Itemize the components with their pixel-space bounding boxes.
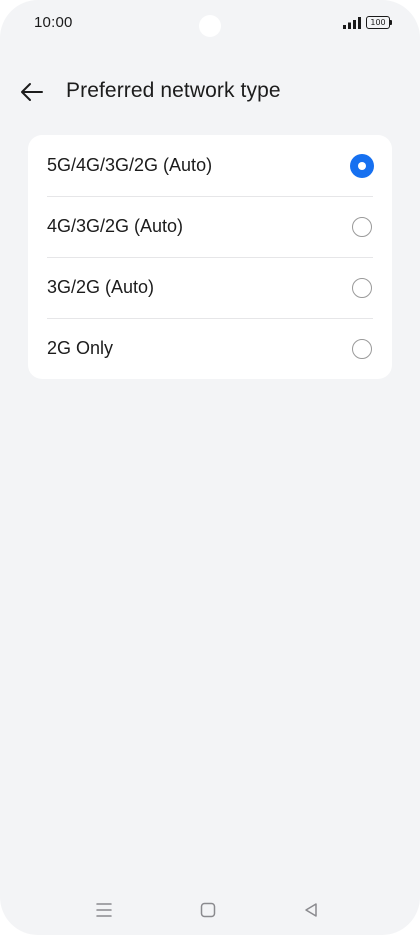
home-icon bbox=[200, 902, 216, 918]
option-5g-4g-3g-2g-auto[interactable]: 5G/4G/3G/2G (Auto) bbox=[28, 135, 392, 196]
radio-selected[interactable] bbox=[350, 153, 374, 178]
nav-home-button[interactable] bbox=[194, 896, 222, 924]
nav-menu-button[interactable] bbox=[90, 896, 118, 924]
camera-cutout bbox=[199, 15, 221, 37]
status-bar: 10:00 100 bbox=[0, 0, 420, 48]
radio-unselected[interactable] bbox=[352, 216, 372, 237]
phone-screen: 10:00 100 Preferred network type 5G/4G/3… bbox=[0, 0, 420, 935]
menu-icon bbox=[96, 903, 112, 917]
option-label: 5G/4G/3G/2G (Auto) bbox=[47, 155, 213, 175]
option-2g-only[interactable]: 2G Only bbox=[28, 318, 392, 379]
battery-tip bbox=[390, 20, 392, 25]
nav-back-button[interactable] bbox=[297, 896, 325, 924]
back-button[interactable] bbox=[14, 74, 50, 110]
navigation-bar bbox=[0, 888, 420, 932]
battery-icon: 100 bbox=[366, 16, 392, 29]
signal-icon bbox=[343, 17, 361, 29]
option-label: 3G/2G (Auto) bbox=[47, 277, 155, 297]
radio-unselected[interactable] bbox=[352, 338, 372, 359]
radio-unselected[interactable] bbox=[352, 277, 372, 298]
option-label: 4G/3G/2G (Auto) bbox=[47, 216, 184, 236]
battery-level: 100 bbox=[366, 16, 390, 29]
arrow-left-icon bbox=[21, 83, 43, 101]
status-time: 10:00 bbox=[34, 14, 73, 31]
network-options-card: 5G/4G/3G/2G (Auto) 4G/3G/2G (Auto) 3G/2G… bbox=[28, 135, 392, 379]
option-label: 2G Only bbox=[47, 338, 114, 358]
option-3g-2g-auto[interactable]: 3G/2G (Auto) bbox=[28, 257, 392, 318]
header: Preferred network type bbox=[0, 68, 420, 116]
option-4g-3g-2g-auto[interactable]: 4G/3G/2G (Auto) bbox=[28, 196, 392, 257]
page-title: Preferred network type bbox=[66, 79, 281, 102]
back-triangle-icon bbox=[305, 903, 317, 917]
